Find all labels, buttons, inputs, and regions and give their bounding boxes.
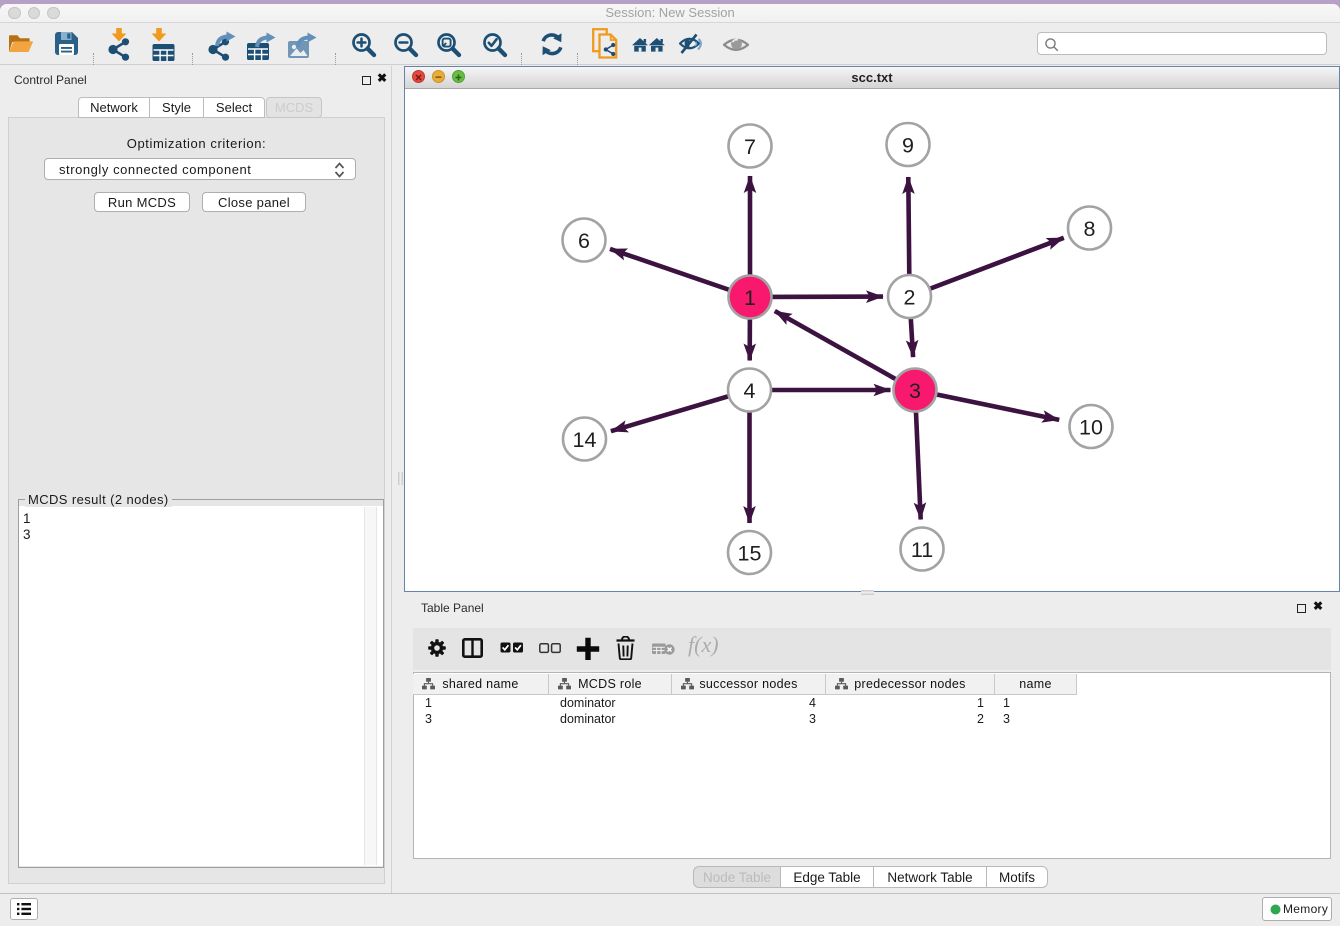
svg-text:8: 8 xyxy=(1084,217,1096,241)
svg-text:14: 14 xyxy=(573,428,597,452)
svg-text:15: 15 xyxy=(738,542,762,566)
svg-text:9: 9 xyxy=(902,134,914,158)
svg-text:6: 6 xyxy=(578,229,590,253)
svg-text:7: 7 xyxy=(744,135,756,159)
svg-text:3: 3 xyxy=(909,379,921,403)
svg-text:1: 1 xyxy=(744,286,756,310)
svg-text:4: 4 xyxy=(744,379,756,403)
svg-text:11: 11 xyxy=(911,538,933,562)
svg-text:2: 2 xyxy=(904,286,916,310)
svg-text:10: 10 xyxy=(1079,416,1103,440)
